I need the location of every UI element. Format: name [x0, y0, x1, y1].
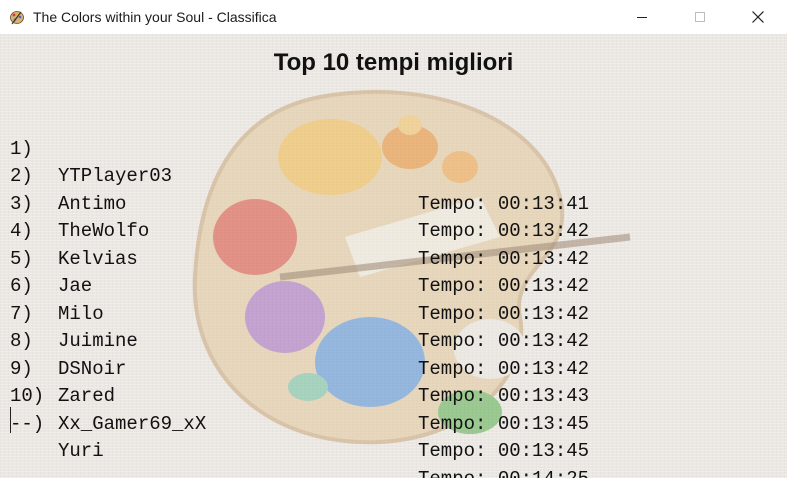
player-name: Yuri: [58, 440, 104, 462]
close-icon: [752, 11, 764, 23]
minimize-icon: [637, 17, 647, 18]
leaderboard-row: 7) Juimine Tempo: 00:13:42: [10, 273, 589, 380]
text-caret: [10, 407, 11, 433]
time-value: Tempo: 00:13:42: [418, 302, 590, 325]
rank-label: --): [10, 412, 45, 435]
leaderboard-title: Top 10 tempi migliori: [273, 49, 514, 76]
time-value: Tempo: 00:13:41: [418, 192, 590, 215]
time-value: Tempo: 00:13:42: [418, 220, 590, 242]
leaderboard-row: 2) Antimo Tempo: 00:13:42: [10, 136, 589, 242]
time-value: Tempo: 00:13:42: [418, 247, 590, 270]
time-value: Tempo: 00:13:42: [418, 330, 590, 352]
window-controls: [613, 0, 787, 34]
leaderboard-row: 3) TheWolfo Tempo: 00:13:42: [10, 163, 589, 270]
close-button[interactable]: [729, 0, 787, 34]
player-name: Xx_Gamer69_xX: [58, 412, 207, 435]
time-value: Tempo: 00:13:45: [418, 412, 590, 435]
time-value: Tempo: 00:13:42: [418, 275, 590, 297]
leaderboard-canvas: Top 10 tempi migliori 1) YTPlayer03 Temp…: [0, 35, 787, 478]
leaderboard-row: 5) Jae Tempo: 00:13:42: [10, 218, 589, 325]
time-value: Tempo: 00:13:45: [418, 440, 590, 462]
maximize-button[interactable]: [671, 0, 729, 34]
minimize-button[interactable]: [613, 0, 671, 34]
leaderboard-row: 10) Xx_Gamer69_xX Tempo: 00:13:45: [10, 356, 589, 462]
time-value: Tempo: 00:13:43: [418, 385, 590, 407]
leaderboard-row: 4) Kelvias Tempo: 00:13:42: [10, 191, 589, 297]
palette-icon: [9, 9, 25, 25]
time-value: Tempo: 00:14:25: [418, 466, 589, 478]
maximize-icon: [695, 12, 705, 22]
leaderboard-row: 1) YTPlayer03 Tempo: 00:13:41: [10, 108, 589, 215]
leaderboard-list: 1) YTPlayer03 Tempo: 00:13:41 2) Antimo …: [10, 108, 589, 478]
current-player-row: --) Yuri Tempo: 00:14:25: [10, 383, 589, 478]
leaderboard-row: 8) DSNoir Tempo: 00:13:43: [10, 301, 589, 407]
leaderboard-row: 6) Milo Tempo: 00:13:42: [10, 246, 589, 352]
title-bar[interactable]: The Colors within your Soul - Classifica: [0, 0, 787, 35]
window-title: The Colors within your Soul - Classifica: [33, 9, 277, 25]
time-value: Tempo: 00:13:42: [418, 357, 590, 380]
leaderboard-row: 9) Zared Tempo: 00:13:45: [10, 328, 589, 435]
